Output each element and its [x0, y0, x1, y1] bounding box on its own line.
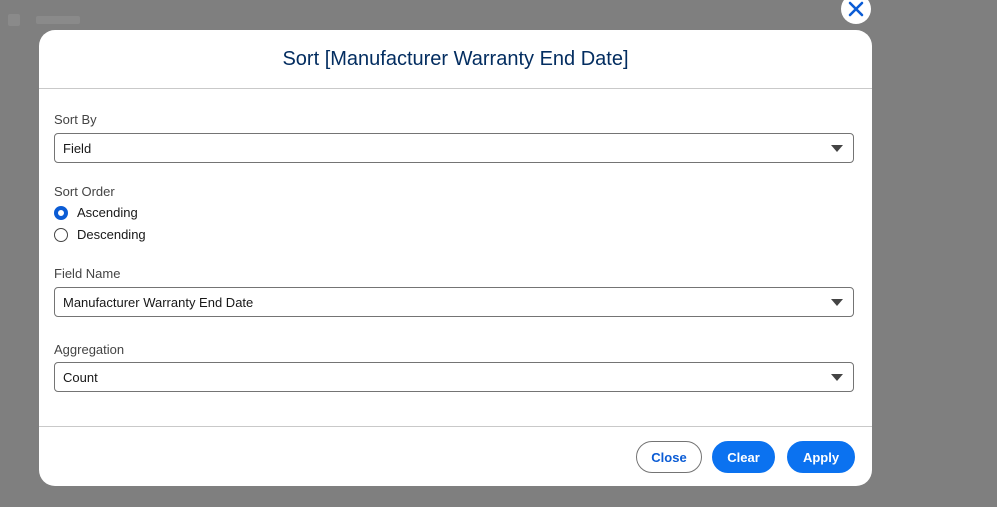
apply-button[interactable]: Apply — [787, 441, 855, 473]
chevron-down-icon — [831, 298, 843, 306]
sort-order-descending[interactable]: Descending — [54, 227, 146, 242]
sort-by-value: Field — [63, 140, 92, 156]
modal-header: Sort [Manufacturer Warranty End Date] — [39, 30, 872, 89]
chevron-down-icon — [831, 373, 843, 381]
sort-by-label: Sort By — [54, 112, 97, 127]
field-name-value: Manufacturer Warranty End Date — [63, 294, 254, 310]
modal-footer: Close Clear Apply — [39, 426, 872, 486]
close-icon — [848, 1, 864, 17]
sort-modal: Sort [Manufacturer Warranty End Date] So… — [39, 30, 872, 486]
modal-title: Sort [Manufacturer Warranty End Date] — [282, 47, 629, 70]
sort-order-ascending[interactable]: Ascending — [54, 205, 138, 220]
background-app-placeholder — [36, 16, 80, 24]
radio-checked-icon — [54, 205, 68, 220]
background-app-placeholder — [8, 14, 20, 26]
radio-unchecked-icon — [54, 227, 68, 242]
field-name-label: Field Name — [54, 266, 121, 281]
sort-by-select[interactable]: Field — [54, 133, 854, 163]
dismiss-modal-button[interactable] — [841, 0, 871, 24]
field-name-select[interactable]: Manufacturer Warranty End Date — [54, 287, 854, 317]
ascending-label: Ascending — [77, 205, 138, 220]
chevron-down-icon — [831, 144, 843, 152]
clear-button[interactable]: Clear — [712, 441, 775, 473]
aggregation-value: Count — [63, 369, 98, 385]
aggregation-label: Aggregation — [54, 342, 125, 357]
aggregation-select[interactable]: Count — [54, 362, 854, 392]
sort-order-label: Sort Order — [54, 184, 115, 199]
close-button[interactable]: Close — [636, 441, 702, 473]
descending-label: Descending — [77, 227, 146, 242]
